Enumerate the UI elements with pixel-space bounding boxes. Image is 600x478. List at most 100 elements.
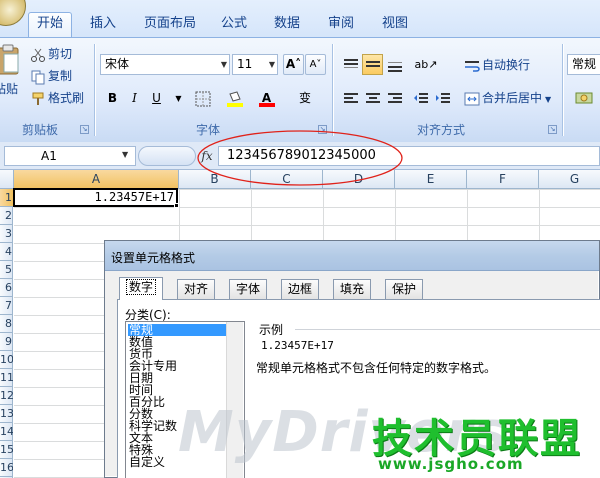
- formula-input[interactable]: 123456789012345000: [218, 146, 600, 166]
- shrink-font-button[interactable]: A˅: [305, 54, 326, 75]
- row-header[interactable]: 6: [0, 279, 13, 297]
- merge-center-button[interactable]: 合并后居中 ▼: [464, 88, 551, 108]
- align-bottom-button[interactable]: [384, 54, 405, 75]
- row-header[interactable]: 1: [0, 189, 13, 207]
- italic-button[interactable]: I: [124, 88, 145, 109]
- tab-home[interactable]: 开始: [28, 12, 73, 38]
- insert-function-icon[interactable]: fx: [198, 146, 216, 166]
- copy-icon: [31, 70, 45, 84]
- column-header-b[interactable]: B: [179, 170, 251, 189]
- row-header[interactable]: 16: [0, 459, 13, 477]
- borders-button[interactable]: [192, 88, 213, 109]
- border-icon: [195, 91, 210, 107]
- align-top-button[interactable]: [340, 54, 361, 75]
- tab-view[interactable]: 视图: [374, 13, 416, 35]
- select-all-corner[interactable]: [0, 170, 14, 189]
- column-header-g[interactable]: G: [539, 170, 600, 189]
- row-header[interactable]: 4: [0, 243, 13, 261]
- cut-button[interactable]: 剪切: [30, 44, 72, 64]
- office-button[interactable]: [0, 0, 26, 26]
- align-right-button[interactable]: [384, 88, 405, 109]
- wrap-text-label: 自动换行: [482, 58, 531, 72]
- row-header[interactable]: 11: [0, 369, 13, 387]
- column-header-e[interactable]: E: [395, 170, 467, 189]
- paste-label: 粘贴: [0, 82, 19, 96]
- paste-button[interactable]: 粘贴: [0, 44, 22, 100]
- grow-font-icon: A˄: [285, 57, 302, 71]
- cell-a1[interactable]: 1.23457E+17: [13, 188, 178, 207]
- column-header-f[interactable]: F: [467, 170, 539, 189]
- dialog-title: 设置单元格格式: [111, 251, 196, 265]
- column-header-d[interactable]: D: [323, 170, 395, 189]
- tab-page-layout[interactable]: 页面布局: [136, 13, 204, 35]
- align-middle-button[interactable]: [362, 54, 383, 75]
- align-top-icon: [343, 59, 358, 68]
- dialog-tab-border[interactable]: 边框: [281, 279, 320, 299]
- phonetic-label: 变: [298, 91, 311, 105]
- orientation-button[interactable]: ab↗: [412, 54, 440, 75]
- formula-bar-resize-handle[interactable]: [138, 146, 196, 166]
- format-painter-icon: [32, 92, 44, 105]
- row-header[interactable]: 5: [0, 261, 13, 279]
- tab-insert[interactable]: 插入: [82, 13, 124, 35]
- font-name-select[interactable]: 宋体 ▼: [100, 54, 230, 75]
- row-header[interactable]: 14: [0, 423, 13, 441]
- font-color-button[interactable]: A: [256, 88, 277, 109]
- column-header-c[interactable]: C: [251, 170, 323, 189]
- underline-button[interactable]: U: [146, 88, 167, 109]
- row-header[interactable]: 10: [0, 351, 13, 369]
- column-header-a[interactable]: A: [14, 170, 179, 189]
- row-header[interactable]: 2: [0, 207, 13, 225]
- dialog-tab-label: 数字: [126, 279, 157, 295]
- group-divider: [562, 44, 563, 136]
- dialog-tab-fill[interactable]: 填充: [333, 279, 372, 299]
- row-header[interactable]: 7: [0, 297, 13, 315]
- clipboard-dialog-launcher[interactable]: ↘: [80, 125, 89, 134]
- row-header[interactable]: 3: [0, 225, 13, 243]
- font-size-select[interactable]: 11 ▼: [232, 54, 278, 75]
- row-header[interactable]: 9: [0, 333, 13, 351]
- fill-bucket-icon: [226, 91, 243, 107]
- format-description: 常规单元格格式不包含任何特定的数字格式。: [256, 361, 497, 375]
- fill-color-button[interactable]: [224, 88, 245, 109]
- underline-dropdown[interactable]: ▼: [168, 88, 189, 109]
- fill-handle[interactable]: [174, 203, 179, 208]
- row-header[interactable]: 8: [0, 315, 13, 333]
- phonetic-button[interactable]: 变: [292, 88, 318, 109]
- align-left-button[interactable]: [340, 88, 361, 109]
- chevron-down-icon[interactable]: ▼: [122, 150, 128, 159]
- increase-indent-button[interactable]: [432, 88, 453, 109]
- font-color-swatch: [259, 103, 275, 107]
- number-format-value: 常规: [572, 57, 597, 71]
- dialog-title-bar[interactable]: 设置单元格格式: [105, 241, 599, 271]
- font-dialog-launcher[interactable]: ↘: [318, 125, 327, 134]
- number-format-select[interactable]: 常规: [567, 54, 600, 75]
- dialog-tab-number[interactable]: 数字: [119, 277, 164, 300]
- bold-button[interactable]: B: [102, 88, 123, 109]
- row-header[interactable]: 12: [0, 387, 13, 405]
- row-header[interactable]: 15: [0, 441, 13, 459]
- accounting-format-button[interactable]: [570, 88, 598, 109]
- ribbon: 粘贴 剪切 复制 格式刷 剪贴板 ↘ 宋体 ▼ 11 ▼ A˄ A˅ B I U ▼…: [0, 37, 600, 142]
- format-painter-button[interactable]: 格式刷: [30, 88, 84, 108]
- align-center-button[interactable]: [362, 88, 383, 109]
- tab-review[interactable]: 审阅: [320, 13, 362, 35]
- watermark-url: www.jsgho.com: [378, 455, 524, 473]
- dialog-tab-font[interactable]: 字体: [229, 279, 268, 299]
- copy-button[interactable]: 复制: [30, 66, 72, 86]
- grow-font-button[interactable]: A˄: [283, 54, 304, 75]
- dialog-tab-protection[interactable]: 保护: [385, 279, 424, 299]
- wrap-text-button[interactable]: 自动换行: [464, 55, 530, 75]
- tab-data[interactable]: 数据: [266, 13, 308, 35]
- dialog-tab-alignment[interactable]: 对齐: [177, 279, 216, 299]
- alignment-dialog-launcher[interactable]: ↘: [548, 125, 557, 134]
- indent-increase-icon: [435, 93, 450, 103]
- align-bottom-icon: [387, 62, 402, 72]
- sample-separator: [295, 329, 600, 330]
- tab-formulas[interactable]: 公式: [213, 13, 255, 35]
- group-divider: [94, 44, 95, 136]
- name-box[interactable]: A1: [4, 146, 136, 166]
- decrease-indent-button[interactable]: [410, 88, 431, 109]
- sample-label: 示例: [259, 323, 284, 337]
- row-header[interactable]: 13: [0, 405, 13, 423]
